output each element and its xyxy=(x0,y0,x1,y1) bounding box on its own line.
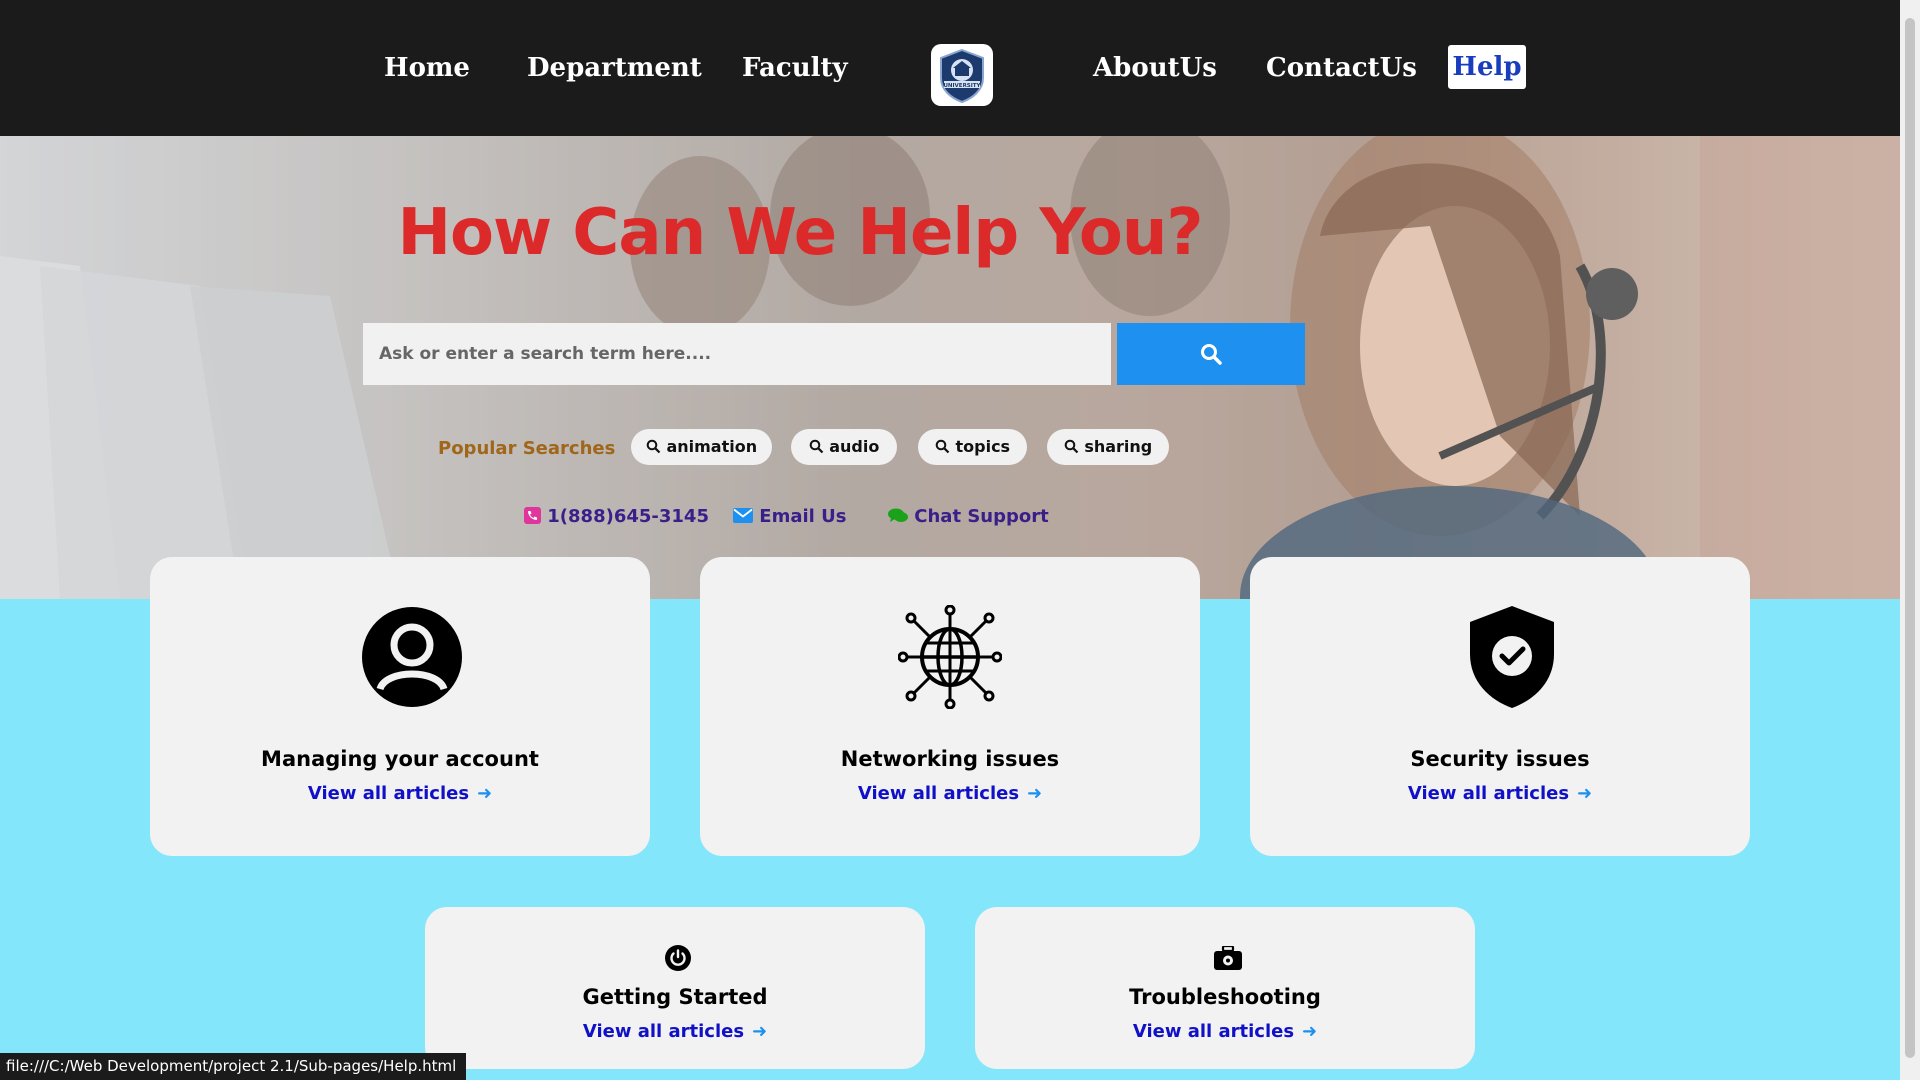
power-icon xyxy=(665,945,691,971)
user-circle-icon xyxy=(362,607,462,707)
search-icon xyxy=(809,439,823,454)
help-card-security[interactable]: Security issues View all articles ➜ xyxy=(1250,557,1750,856)
arrow-right-icon: ➜ xyxy=(1302,1021,1318,1042)
arrow-right-icon: ➜ xyxy=(1577,783,1593,804)
nav-faculty[interactable]: Faculty xyxy=(742,48,848,88)
scrollbar-thumb[interactable] xyxy=(1905,18,1915,1058)
popular-search-chip[interactable]: audio xyxy=(791,429,897,465)
shield-check-icon xyxy=(1470,606,1554,708)
nav-home[interactable]: Home xyxy=(384,48,470,88)
search-icon xyxy=(935,439,950,454)
top-navbar: Home Department Faculty UNIVERSITY About… xyxy=(0,0,1900,136)
link-label: View all articles xyxy=(307,783,470,804)
card-title: Getting Started xyxy=(582,985,768,1009)
phone-number: 1(888)645-3145 xyxy=(547,506,709,527)
popular-searches-label: Popular Searches xyxy=(438,438,616,459)
chat-icon xyxy=(888,508,908,522)
nav-help[interactable]: Help xyxy=(1448,45,1526,89)
search-icon xyxy=(646,439,661,454)
view-all-articles-link[interactable]: View all articles ➜ xyxy=(425,1021,925,1042)
help-card-networking[interactable]: Networking issues View all articles ➜ xyxy=(700,557,1200,856)
card-title: Managing your account xyxy=(261,747,539,771)
popular-search-chip[interactable]: topics xyxy=(918,429,1027,465)
email-label: Email Us xyxy=(759,506,847,527)
view-all-articles-link[interactable]: View all articles ➜ xyxy=(975,1021,1475,1042)
link-label: View all articles xyxy=(1407,783,1570,804)
chip-label: topics xyxy=(955,437,1011,456)
email-link[interactable]: Email Us xyxy=(733,502,846,532)
chat-support-link[interactable]: Chat Support xyxy=(888,502,1049,532)
vertical-scrollbar[interactable] xyxy=(1900,0,1920,1080)
phone-link[interactable]: 1(888)645-3145 xyxy=(524,502,709,532)
card-title: Troubleshooting xyxy=(1129,985,1321,1009)
phone-icon xyxy=(524,507,541,524)
search-icon xyxy=(1064,439,1079,454)
page-title: How Can We Help You? xyxy=(397,196,1203,270)
svg-text:UNIVERSITY: UNIVERSITY xyxy=(943,83,981,89)
university-logo[interactable]: UNIVERSITY xyxy=(931,44,993,106)
link-label: View all articles xyxy=(857,783,1020,804)
link-label: View all articles xyxy=(1132,1021,1295,1042)
nav-department[interactable]: Department xyxy=(527,48,702,88)
help-card-troubleshooting[interactable]: Troubleshooting View all articles ➜ xyxy=(975,907,1475,1069)
globe-network-icon xyxy=(898,605,1002,709)
card-title: Security issues xyxy=(1410,747,1590,771)
chat-label: Chat Support xyxy=(914,506,1049,527)
popular-search-chip[interactable]: animation xyxy=(631,429,772,465)
nav-contact-us[interactable]: ContactUs xyxy=(1266,48,1417,88)
view-all-articles-link[interactable]: View all articles ➜ xyxy=(700,783,1200,804)
arrow-right-icon: ➜ xyxy=(477,783,493,804)
toolbox-icon xyxy=(1214,946,1242,970)
browser-status-url: file:///C:/Web Development/project 2.1/S… xyxy=(0,1053,467,1080)
search-icon xyxy=(1201,344,1222,365)
arrow-right-icon: ➜ xyxy=(1027,783,1043,804)
nav-about-us[interactable]: AboutUs xyxy=(1093,48,1217,88)
chip-label: sharing xyxy=(1084,437,1153,456)
envelope-icon xyxy=(733,508,753,523)
chip-label: animation xyxy=(666,437,758,456)
chip-label: audio xyxy=(829,437,880,456)
search-button[interactable] xyxy=(1117,323,1305,385)
help-card-account[interactable]: Managing your account View all articles ➜ xyxy=(150,557,650,856)
hero-banner: How Can We Help You? Popular Searches an… xyxy=(0,136,1900,599)
view-all-articles-link[interactable]: View all articles ➜ xyxy=(150,783,650,804)
arrow-right-icon: ➜ xyxy=(752,1021,768,1042)
university-logo-icon: UNIVERSITY xyxy=(940,48,984,104)
view-all-articles-link[interactable]: View all articles ➜ xyxy=(1250,783,1750,804)
link-label: View all articles xyxy=(582,1021,745,1042)
help-card-getting-started[interactable]: Getting Started View all articles ➜ xyxy=(425,907,925,1069)
card-title: Networking issues xyxy=(840,747,1060,771)
search-input[interactable] xyxy=(363,323,1111,385)
popular-search-chip[interactable]: sharing xyxy=(1047,429,1169,465)
